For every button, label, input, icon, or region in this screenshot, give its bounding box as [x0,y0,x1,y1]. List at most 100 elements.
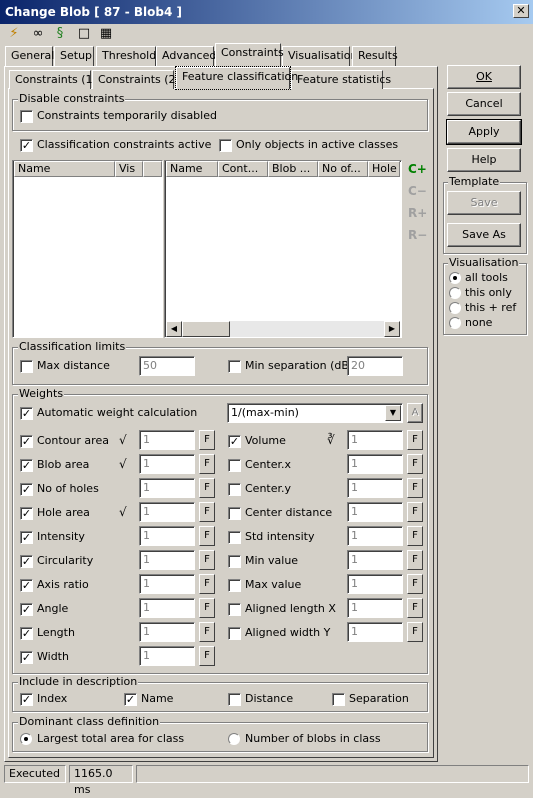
snake-icon[interactable]: § [52,26,68,42]
weight-f-button[interactable]: F [199,646,215,666]
feature-table[interactable]: ◀ ▶ NameCont...Blob ...No of...Hole ... [164,160,402,338]
classification-active-checkbox[interactable]: ✓ [20,139,33,152]
min-separation-checkbox[interactable] [228,360,241,373]
weight-checkbox-left-4[interactable]: ✓ [20,531,33,544]
weight-input[interactable]: 1 [139,454,195,474]
weight-f-button[interactable]: F [407,550,423,570]
side-button-3[interactable]: R− [408,228,427,242]
weight-checkbox-left-9[interactable]: ✓ [20,651,33,664]
weight-method-select[interactable]: 1/(max-min) ▼ [227,403,403,423]
weight-input[interactable]: 1 [347,574,403,594]
weight-checkbox-left-1[interactable]: ✓ [20,459,33,472]
horizontal-scrollbar[interactable]: ◀ ▶ [166,321,400,337]
chevron-down-icon[interactable]: ▼ [385,405,401,421]
weight-f-button[interactable]: F [407,502,423,522]
table-icon[interactable]: ▦ [98,26,114,42]
weight-input[interactable]: 1 [347,478,403,498]
vis-radio-3[interactable] [449,317,461,329]
feature-col-header-2[interactable]: Blob ... [268,161,318,177]
number-blobs-radio[interactable] [228,733,240,745]
weight-f-button[interactable]: F [407,574,423,594]
apply-button[interactable]: Apply [446,119,522,145]
weight-f-button[interactable]: F [199,550,215,570]
feature-col-header-4[interactable]: Hole ... [368,161,400,177]
tab-results[interactable]: Results [352,46,398,66]
weight-input[interactable]: 1 [347,622,403,642]
only-active-classes-checkbox[interactable] [219,139,232,152]
weight-f-button[interactable]: F [199,526,215,546]
min-separation-input[interactable]: 20 [347,356,403,376]
tab-setup[interactable]: Setup [54,46,94,66]
side-button-0[interactable]: C+ [408,162,427,176]
weight-f-button[interactable]: F [407,526,423,546]
scroll-thumb[interactable] [182,321,230,337]
weight-checkbox-left-2[interactable]: ✓ [20,483,33,496]
weight-checkbox-right-1[interactable] [228,459,241,472]
weight-checkbox-right-3[interactable] [228,507,241,520]
subtab-1[interactable]: Constraints (2) [92,70,180,89]
weight-checkbox-left-3[interactable]: ✓ [20,507,33,520]
weight-f-button[interactable]: F [407,454,423,474]
desc-checkbox-3[interactable] [332,693,345,706]
weight-checkbox-left-7[interactable]: ✓ [20,603,33,616]
weight-input[interactable]: 1 [139,430,195,450]
col-header-vis[interactable]: Vis [115,161,143,177]
weight-f-button[interactable]: F [407,622,423,642]
weight-f-button[interactable]: F [199,502,215,522]
close-button[interactable]: ✕ [513,4,529,18]
largest-area-radio[interactable] [20,733,32,745]
vis-radio-1[interactable] [449,287,461,299]
weight-f-button[interactable]: F [407,478,423,498]
auto-weight-checkbox[interactable]: ✓ [20,407,33,420]
tab-general[interactable]: General [5,46,54,66]
weight-input[interactable]: 1 [347,502,403,522]
weight-input[interactable]: 1 [347,598,403,618]
subtab-0[interactable]: Constraints (1) [9,70,97,89]
ok-button[interactable]: OK [447,65,521,89]
col-header-name[interactable]: Name [14,161,115,177]
weight-checkbox-right-2[interactable] [228,483,241,496]
feature-col-header-3[interactable]: No of... [318,161,368,177]
weight-checkbox-right-4[interactable] [228,531,241,544]
vis-radio-0[interactable] [449,272,461,284]
weight-f-button[interactable]: F [199,478,215,498]
weight-f-button[interactable]: F [199,454,215,474]
desc-checkbox-1[interactable]: ✓ [124,693,137,706]
weight-input[interactable]: 1 [139,526,195,546]
desc-checkbox-2[interactable] [228,693,241,706]
class-list[interactable]: Name Vis [12,160,163,338]
tab-threshold[interactable]: Threshold [96,46,156,66]
template-save-button[interactable]: Save [447,191,521,215]
weight-checkbox-right-7[interactable] [228,603,241,616]
weight-input[interactable]: 1 [347,454,403,474]
weight-input[interactable]: 1 [139,574,195,594]
weight-checkbox-right-6[interactable] [228,579,241,592]
weight-f-button[interactable]: F [407,430,423,450]
auto-apply-button[interactable]: A [407,403,423,423]
help-button[interactable]: Help [447,148,521,172]
temp-disabled-checkbox[interactable] [20,110,33,123]
weight-input[interactable]: 1 [347,526,403,546]
weight-checkbox-right-0[interactable]: ✓ [228,435,241,448]
weight-checkbox-left-0[interactable]: ✓ [20,435,33,448]
side-button-2[interactable]: R+ [408,206,427,220]
max-distance-input[interactable]: 50 [139,356,195,376]
link-icon[interactable]: ∞ [30,26,46,42]
weight-checkbox-right-8[interactable] [228,627,241,640]
weight-input[interactable]: 1 [139,550,195,570]
weight-f-button[interactable]: F [407,598,423,618]
square-icon[interactable]: □ [76,26,92,42]
feature-col-header-1[interactable]: Cont... [218,161,268,177]
weight-checkbox-right-5[interactable] [228,555,241,568]
subtab-2[interactable]: Feature classification [175,66,298,90]
max-distance-checkbox[interactable] [20,360,33,373]
weight-checkbox-left-6[interactable]: ✓ [20,579,33,592]
weight-checkbox-left-8[interactable]: ✓ [20,627,33,640]
template-save-as-button[interactable]: Save As [447,223,521,247]
scroll-left-button[interactable]: ◀ [166,321,182,337]
weight-input[interactable]: 1 [139,502,195,522]
weight-input[interactable]: 1 [139,646,195,666]
side-button-1[interactable]: C− [408,184,427,198]
weight-input[interactable]: 1 [139,478,195,498]
subtab-3[interactable]: Feature statistics [291,70,391,89]
